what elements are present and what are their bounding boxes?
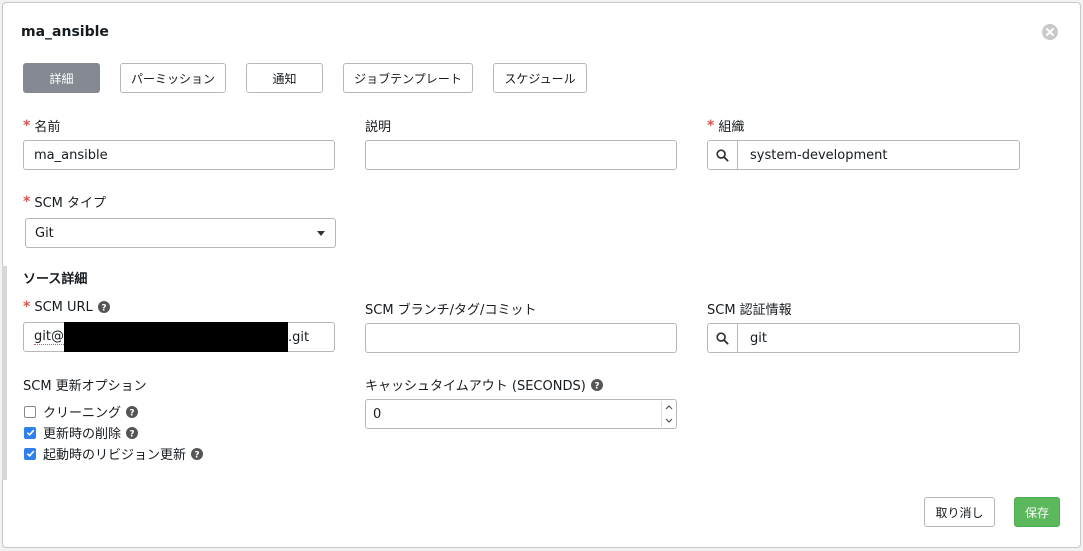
spinner-controls: [661, 401, 675, 427]
description-label: 説明: [365, 120, 392, 135]
scm-url-prefix: git@: [34, 329, 64, 345]
required-marker: *: [23, 299, 31, 315]
scm-credential-lookup: git: [707, 323, 1020, 353]
delete-on-update-label: 更新時の削除: [43, 427, 122, 442]
page-title: ma_ansible: [21, 24, 109, 40]
tab-details[interactable]: 詳細: [23, 63, 100, 93]
clean-checkbox[interactable]: [24, 405, 36, 418]
required-marker: *: [23, 193, 31, 210]
option-delete-on-update[interactable]: 更新時の削除 ?: [24, 423, 139, 442]
organization-search-button[interactable]: [708, 141, 738, 169]
cache-timeout-value: 0: [373, 406, 382, 422]
help-icon[interactable]: ?: [191, 447, 204, 460]
name-label: * 名前: [23, 117, 61, 136]
save-button[interactable]: 保存: [1014, 497, 1060, 527]
svg-text:?: ?: [129, 408, 134, 418]
scm-type-value: Git: [35, 225, 54, 241]
clean-label: クリーニング: [43, 406, 122, 421]
tab-notifications[interactable]: 通知: [246, 63, 323, 93]
organization-lookup: system-development: [707, 140, 1020, 170]
close-icon[interactable]: [1041, 23, 1059, 41]
svg-text:?: ?: [594, 381, 599, 391]
cache-timeout-label: キャッシュタイムアウト (SECONDS) ?: [365, 375, 603, 394]
scm-url-suffix: .git: [287, 329, 310, 345]
redacted-block: [63, 322, 288, 352]
tab-schedules[interactable]: スケジュール: [493, 63, 587, 93]
svg-text:?: ?: [101, 303, 106, 313]
organization-value[interactable]: system-development: [738, 141, 1019, 169]
name-input[interactable]: [23, 140, 335, 170]
scm-type-select[interactable]: Git: [25, 218, 336, 248]
source-details-heading: ソース詳細: [23, 272, 88, 287]
tab-permissions[interactable]: パーミッション: [120, 63, 226, 93]
help-icon[interactable]: ?: [126, 405, 139, 418]
scm-branch-label: SCM ブランチ/タグ/コミット: [365, 303, 537, 318]
option-clean[interactable]: クリーニング ?: [24, 402, 139, 421]
update-on-launch-checkbox[interactable]: [24, 447, 36, 460]
scm-url-input[interactable]: git@ .git: [23, 322, 335, 352]
scm-type-label: * SCM タイプ: [23, 193, 107, 212]
svg-text:?: ?: [129, 429, 134, 439]
required-marker: *: [23, 117, 31, 134]
help-icon[interactable]: ?: [126, 426, 139, 439]
increment-button[interactable]: [662, 401, 675, 414]
scm-update-options-label: SCM 更新オプション: [23, 379, 147, 394]
organization-label: * 組織: [707, 117, 745, 136]
description-input[interactable]: [365, 140, 677, 170]
section-indicator-bar: [2, 266, 7, 480]
help-icon[interactable]: ?: [590, 378, 603, 391]
search-icon: [716, 331, 729, 345]
check-icon: [26, 429, 34, 437]
cache-timeout-input[interactable]: 0: [365, 399, 677, 429]
scm-credential-value[interactable]: git: [738, 324, 1019, 352]
scm-credential-label: SCM 認証情報: [707, 303, 792, 318]
credential-search-button[interactable]: [708, 324, 738, 352]
chevron-down-icon: [317, 231, 325, 236]
delete-on-update-checkbox[interactable]: [24, 426, 36, 439]
chevron-up-icon: [665, 405, 672, 410]
chevron-down-icon: [665, 418, 672, 423]
scm-branch-input[interactable]: [365, 323, 677, 353]
required-marker: *: [707, 117, 715, 134]
help-icon[interactable]: ?: [97, 301, 110, 313]
scm-url-label: * SCM URL ?: [23, 299, 110, 315]
cancel-button[interactable]: 取り消し: [924, 497, 995, 527]
update-on-launch-label: 起動時のリビジョン更新: [43, 448, 187, 463]
svg-text:?: ?: [194, 450, 199, 460]
check-icon: [26, 450, 34, 458]
tab-job-templates[interactable]: ジョブテンプレート: [343, 63, 473, 93]
decrement-button[interactable]: [662, 414, 675, 427]
search-icon: [716, 148, 729, 162]
option-update-on-launch[interactable]: 起動時のリビジョン更新 ?: [24, 444, 204, 463]
